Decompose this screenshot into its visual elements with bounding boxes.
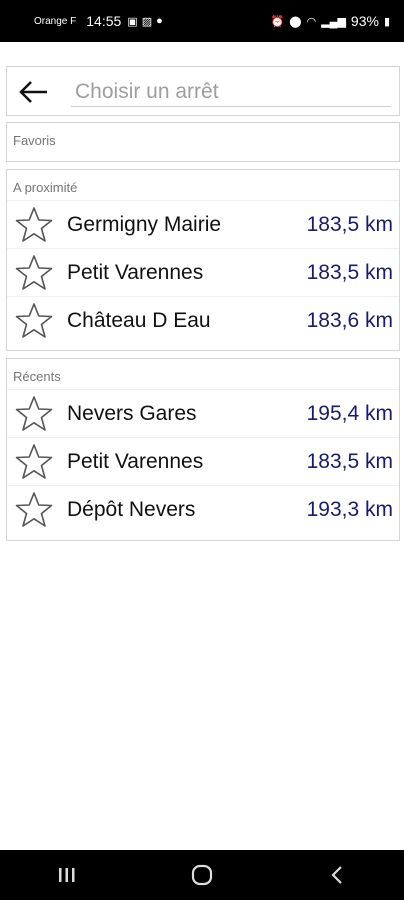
stop-distance: 195,4 km xyxy=(306,401,393,425)
back-button[interactable] xyxy=(307,855,367,895)
search-bar xyxy=(6,66,400,116)
back-icon xyxy=(331,866,342,884)
main-content: Favoris A proximité Germigny Mairie 183,… xyxy=(0,42,404,850)
home-icon xyxy=(191,864,213,886)
gallery-icon: ▣ xyxy=(127,15,138,28)
battery-level: 93% xyxy=(350,13,379,29)
stop-distance: 183,5 km xyxy=(306,449,393,473)
wifi-icon: ◠ xyxy=(306,15,317,28)
stop-distance: 183,5 km xyxy=(306,212,393,236)
nearby-title: A proximité xyxy=(13,180,78,195)
stop-distance: 193,3 km xyxy=(306,497,393,521)
nearby-stop-row[interactable]: Petit Varennes 183,5 km xyxy=(7,248,399,296)
star-outline-icon[interactable] xyxy=(15,302,53,340)
location-icon: ⬤ xyxy=(289,15,302,28)
stop-search-input[interactable] xyxy=(71,77,391,107)
star-outline-icon[interactable] xyxy=(15,491,53,529)
stop-name: Château D Eau xyxy=(67,308,211,332)
nearby-stop-row[interactable]: Germigny Mairie 183,5 km xyxy=(7,200,399,248)
favorites-title: Favoris xyxy=(13,133,56,148)
carrier-label: Orange F xyxy=(34,15,77,27)
stop-distance: 183,5 km xyxy=(306,260,393,284)
signal-icon: ▂▄▆ xyxy=(321,15,346,28)
stop-name: Petit Varennes xyxy=(67,260,204,284)
dot-icon: ● xyxy=(156,15,163,27)
stop-name: Nevers Gares xyxy=(67,401,197,425)
star-outline-icon[interactable] xyxy=(15,206,53,244)
recent-apps-icon xyxy=(59,868,75,882)
battery-icon: ▮ xyxy=(383,15,390,28)
home-button[interactable] xyxy=(172,855,232,895)
nearby-panel: A proximité Germigny Mairie 183,5 km Pet… xyxy=(6,169,400,351)
favorites-panel: Favoris xyxy=(6,122,400,162)
star-outline-icon[interactable] xyxy=(15,395,53,433)
system-nav-bar xyxy=(0,850,404,900)
photo-icon: ▨ xyxy=(141,15,153,28)
recent-apps-button[interactable] xyxy=(37,855,97,895)
arrow-left-icon[interactable] xyxy=(17,75,51,109)
star-outline-icon[interactable] xyxy=(15,443,53,481)
recent-stop-row[interactable]: Nevers Gares 195,4 km xyxy=(7,389,399,437)
stop-distance: 183,6 km xyxy=(306,308,393,332)
clock: 14:55 xyxy=(86,13,122,29)
recent-stop-row[interactable]: Dépôt Nevers 193,3 km xyxy=(7,485,399,533)
recent-panel: Récents Nevers Gares 195,4 km Petit Vare… xyxy=(6,358,400,541)
star-outline-icon[interactable] xyxy=(15,254,53,292)
stop-name: Dépôt Nevers xyxy=(67,497,196,521)
status-bar: Orange F 14:55 ▣ ▨ ● ⏰ ⬤ ◠ ▂▄▆ 93% ▮ xyxy=(0,0,404,42)
alarm-icon: ⏰ xyxy=(270,15,285,28)
recent-stop-row[interactable]: Petit Varennes 183,5 km xyxy=(7,437,399,485)
stop-name: Germigny Mairie xyxy=(67,212,222,236)
nearby-stop-row[interactable]: Château D Eau 183,6 km xyxy=(7,296,399,344)
stop-name: Petit Varennes xyxy=(67,449,204,473)
recent-title: Récents xyxy=(13,369,61,384)
